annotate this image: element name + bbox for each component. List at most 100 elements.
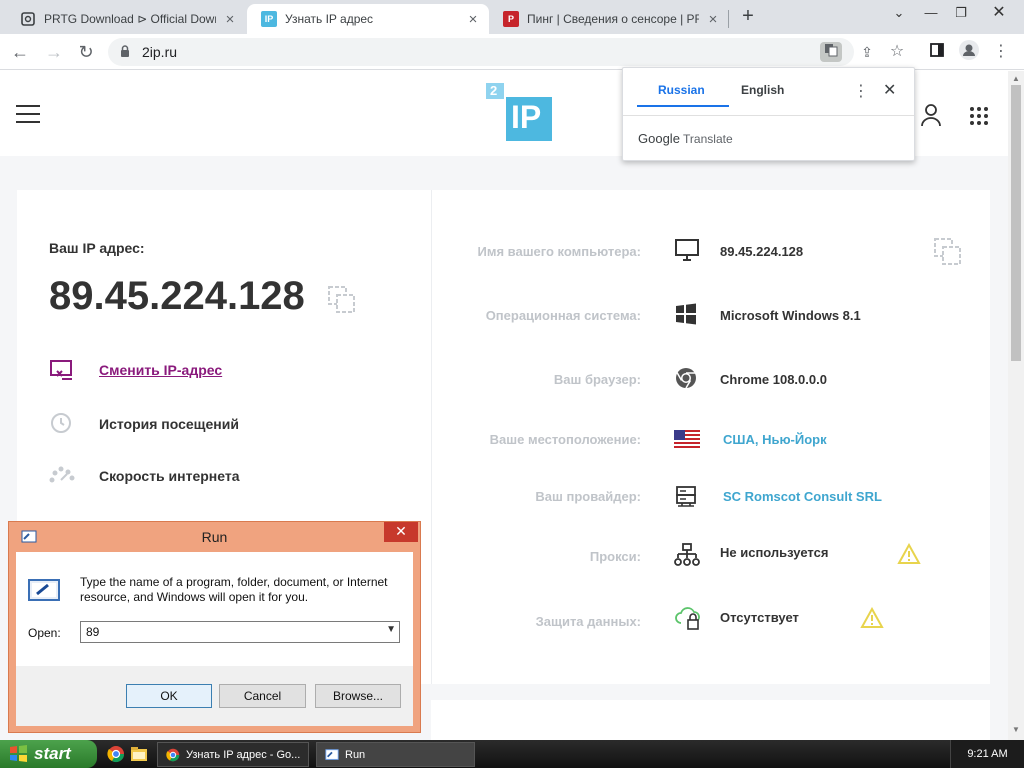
history-icon[interactable] — [49, 411, 75, 437]
2ip-icon: IP — [261, 11, 277, 27]
translate-close-icon[interactable]: ✕ — [883, 80, 896, 100]
translate-icon[interactable] — [820, 42, 842, 62]
cloud-lock-icon — [674, 605, 700, 631]
tab-title: PRTG Download ⊳ Official Down — [44, 12, 216, 26]
provider-label: Ваш провайдер: — [535, 489, 641, 504]
run-titlebar[interactable]: Run ✕ — [9, 522, 420, 552]
lang-russian-tab[interactable]: Russian — [658, 83, 705, 97]
chrome-icon — [166, 748, 180, 762]
ok-button[interactable]: OK — [126, 684, 212, 708]
open-combobox[interactable]: 89 ▼ — [80, 621, 400, 643]
profile-avatar-icon[interactable] — [958, 40, 980, 60]
user-icon[interactable] — [920, 103, 942, 132]
taskbar-run-window[interactable]: Run — [316, 742, 475, 767]
start-button[interactable]: start — [0, 740, 97, 768]
windows-icon — [674, 302, 700, 328]
hamburger-menu-icon[interactable] — [16, 105, 40, 123]
tab-2ip[interactable]: IP Узнать IP адрес × — [247, 4, 489, 34]
server-icon — [674, 484, 700, 510]
system-clock[interactable]: 9:21 AM — [950, 740, 1024, 768]
close-tab-icon[interactable]: × — [705, 11, 721, 28]
forward-button[interactable]: → — [42, 40, 66, 64]
address-bar[interactable]: 2ip.ru — [108, 38, 854, 66]
os-label: Операционная система: — [485, 308, 641, 323]
browser-label: Ваш браузер: — [553, 372, 641, 387]
run-title: Run — [201, 529, 228, 545]
run-description: Type the name of a program, folder, docu… — [80, 575, 388, 604]
translate-popup: Russian English ⋮ ✕ Google Translate — [622, 67, 915, 161]
run-program-icon — [28, 577, 62, 603]
task-label: Run — [345, 749, 366, 761]
logo-badge: 2 — [490, 83, 498, 98]
minimize-button[interactable]: — — [916, 2, 946, 24]
monitor-icon — [674, 238, 700, 264]
change-ip-link[interactable]: Сменить IP-адрес — [99, 362, 222, 378]
menu-kebab-icon[interactable]: ⋮ — [990, 42, 1012, 62]
google-brand: Google — [638, 131, 680, 146]
network-icon — [674, 542, 700, 568]
proxy-label: Прокси: — [589, 549, 641, 564]
card-below — [431, 700, 990, 740]
bookmark-star-icon[interactable]: ☆ — [886, 42, 908, 62]
history-link[interactable]: История посещений — [99, 416, 239, 432]
lock-icon[interactable] — [120, 45, 130, 63]
translate-product: Translate — [683, 132, 733, 146]
translate-options-icon[interactable]: ⋮ — [853, 81, 869, 101]
tab-title: Узнать IP адрес — [285, 12, 374, 26]
cancel-button[interactable]: Cancel — [219, 684, 306, 708]
data-protection-warning-icon[interactable] — [860, 606, 884, 629]
reload-button[interactable]: ↻ — [74, 40, 98, 64]
prtg-icon — [20, 11, 36, 27]
selected-lang-underline — [637, 105, 729, 107]
data-protection-label: Защита данных: — [535, 614, 641, 629]
divider — [623, 115, 914, 116]
os-value: Microsoft Windows 8.1 — [720, 308, 861, 323]
window-close-button[interactable]: ✕ — [984, 2, 1014, 24]
taskbar: start Узнать IP адрес - Go... Run 9:21 A… — [0, 740, 1024, 768]
provider-link[interactable]: SC Romscot Consult SRL — [723, 489, 882, 504]
tab-strip: PRTG Download ⊳ Official Down × IP Узнат… — [0, 0, 1024, 34]
google-translate-brand: Google Translate — [638, 131, 733, 146]
run-icon — [325, 748, 339, 762]
share-icon[interactable]: ⇪ — [856, 42, 878, 62]
url-text: 2ip.ru — [142, 44, 178, 60]
scroll-down-icon[interactable]: ▼ — [1012, 725, 1020, 734]
explorer-quicklaunch-icon[interactable] — [130, 745, 148, 763]
back-button[interactable]: ← — [8, 40, 32, 64]
copy-icon[interactable] — [328, 286, 356, 314]
chrome-quicklaunch-icon[interactable] — [107, 745, 125, 763]
location-link[interactable]: США, Нью-Йорк — [723, 432, 827, 447]
open-label: Open: — [28, 626, 61, 640]
2ip-logo[interactable]: 2 IP — [486, 83, 552, 141]
run-dialog: Run ✕ Type the name of a program, folder… — [8, 521, 421, 733]
tab-search-chevron-icon[interactable]: ⌄ — [884, 2, 914, 24]
apps-grid-icon[interactable] — [969, 106, 989, 131]
close-tab-icon[interactable]: × — [222, 11, 238, 28]
ip-value[interactable]: 89.45.224.128 — [49, 274, 305, 319]
scroll-up-icon[interactable]: ▲ — [1012, 74, 1020, 83]
page-scrollbar[interactable]: ▲ ▼ — [1008, 71, 1024, 740]
new-tab-button[interactable]: + — [738, 5, 758, 27]
proxy-warning-icon[interactable] — [897, 542, 921, 565]
chrome-icon — [674, 366, 700, 392]
taskbar-chrome-window[interactable]: Узнать IP адрес - Go... — [157, 742, 309, 767]
side-panel-icon[interactable] — [926, 42, 948, 62]
combobox-arrow-icon[interactable]: ▼ — [386, 624, 396, 635]
speed-icon[interactable] — [49, 464, 75, 490]
location-label: Ваше местоположение: — [489, 432, 641, 447]
proxy-value: Не используется — [720, 545, 829, 560]
computer-name-value: 89.45.224.128 — [720, 244, 804, 259]
tab-prtg-ping[interactable]: P Пинг | Сведения о сенсоре | PR × — [489, 4, 729, 34]
speed-link[interactable]: Скорость интернета — [99, 468, 240, 484]
copy-hostname-icon[interactable] — [934, 238, 962, 266]
run-close-button[interactable]: ✕ — [384, 522, 418, 542]
logo-text: IP — [511, 99, 542, 135]
lang-english-tab[interactable]: English — [741, 83, 784, 97]
browse-button[interactable]: Browse... — [315, 684, 401, 708]
tab-prtg-download[interactable]: PRTG Download ⊳ Official Down × — [6, 4, 246, 34]
open-input-value[interactable]: 89 — [86, 625, 99, 639]
scroll-thumb[interactable] — [1011, 85, 1021, 361]
close-tab-icon[interactable]: × — [465, 11, 481, 28]
restore-button[interactable]: ❐ — [946, 2, 976, 24]
change-ip-icon[interactable] — [49, 358, 75, 384]
